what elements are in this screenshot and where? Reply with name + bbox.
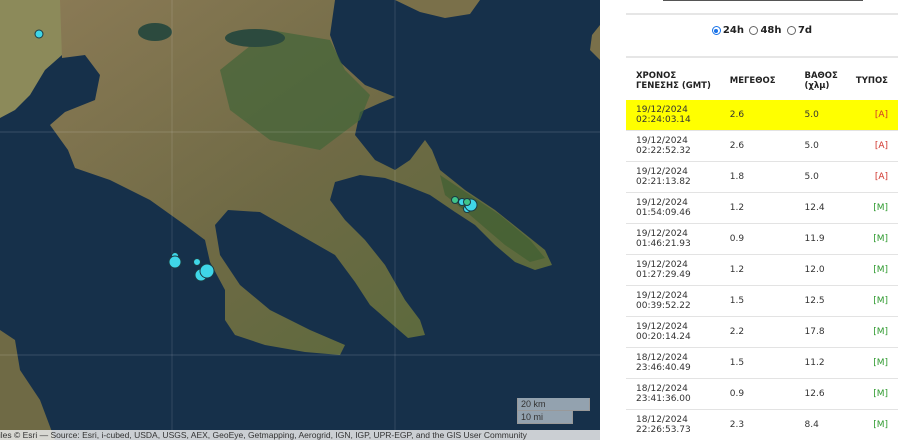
cell-magnitude: 2.3 bbox=[719, 409, 805, 440]
table-row[interactable]: 18/12/2024 23:46:40.49 1.5 11.2 [M] bbox=[626, 347, 898, 379]
scale-bar-km: 20 km bbox=[517, 398, 590, 411]
range-label: 48h bbox=[760, 25, 782, 36]
land-thessaloniki bbox=[0, 0, 65, 118]
earthquake-panel: 24h 48h 7d ΧΡΟΝΟΣ ΓΕΝΕΣΗΣ (GMT) ΜΕΓΕΘΟΣ Β… bbox=[600, 0, 900, 440]
cell-time: 19/12/2024 00:39:52.22 bbox=[626, 285, 720, 317]
cell-depth: 8.4 bbox=[804, 409, 856, 440]
cell-magnitude: 2.6 bbox=[719, 100, 805, 131]
cell-magnitude: 1.5 bbox=[719, 347, 805, 379]
cell-time: 19/12/2024 02:22:52.32 bbox=[626, 130, 720, 162]
cell-time: 18/12/2024 23:46:40.49 bbox=[626, 347, 720, 379]
map-view[interactable]: 20 km 10 mi Tiles © Esri — Source: Esri,… bbox=[0, 0, 600, 440]
cell-magnitude: 1.5 bbox=[719, 285, 805, 317]
cell-time: 19/12/2024 01:46:21.93 bbox=[626, 223, 720, 255]
cell-type: [M] bbox=[855, 223, 898, 255]
cell-magnitude: 1.2 bbox=[719, 192, 805, 224]
cell-depth: 12.6 bbox=[804, 378, 856, 410]
range-option-24h[interactable]: 24h bbox=[711, 25, 744, 36]
earthquake-marker[interactable] bbox=[463, 198, 471, 206]
table-row[interactable]: 19/12/2024 00:39:52.22 1.5 12.5 [M] bbox=[626, 285, 898, 317]
cell-type: [M] bbox=[855, 409, 898, 440]
range-label: 7d bbox=[797, 25, 813, 36]
table-header: ΧΡΟΝΟΣ ΓΕΝΕΣΗΣ (GMT) ΜΕΓΕΘΟΣ ΒΑΘΟΣ (χλμ) Τ… bbox=[626, 62, 898, 100]
cell-depth: 12.4 bbox=[804, 192, 856, 224]
cell-magnitude: 2.6 bbox=[719, 130, 805, 162]
divider bbox=[626, 56, 898, 58]
radio-24h[interactable] bbox=[711, 26, 721, 35]
cell-type: [M] bbox=[855, 378, 898, 410]
cell-depth: 12.5 bbox=[804, 285, 856, 317]
cell-magnitude: 1.2 bbox=[719, 254, 805, 286]
land-bottom-left bbox=[0, 330, 55, 440]
forest-athos bbox=[440, 175, 545, 262]
earthquake-table: ΧΡΟΝΟΣ ΓΕΝΕΣΗΣ (GMT) ΜΕΓΕΘΟΣ ΒΑΘΟΣ (χλμ) Τ… bbox=[626, 62, 898, 440]
earthquake-marker[interactable] bbox=[34, 29, 44, 39]
satellite-basemap bbox=[0, 0, 600, 440]
land-top-right bbox=[395, 0, 480, 18]
cell-time: 19/12/2024 01:27:29.49 bbox=[626, 254, 720, 286]
cell-type: [M] bbox=[855, 192, 898, 224]
cell-type: [A] bbox=[855, 100, 898, 131]
land-right-edge bbox=[590, 25, 600, 60]
cell-magnitude: 2.2 bbox=[719, 316, 805, 348]
cell-time: 18/12/2024 23:41:36.00 bbox=[626, 378, 720, 410]
cell-type: [M] bbox=[855, 285, 898, 317]
cell-depth: 11.9 bbox=[804, 223, 856, 255]
header-text: ΧΡΟΝΟΣ bbox=[636, 71, 677, 81]
table-row[interactable]: 19/12/2024 00:20:14.24 2.2 17.8 [M] bbox=[626, 316, 898, 348]
cell-depth: 17.8 bbox=[804, 316, 856, 348]
cell-type: [M] bbox=[855, 254, 898, 286]
cell-type: [M] bbox=[855, 347, 898, 379]
cell-depth: 11.2 bbox=[804, 347, 856, 379]
cell-magnitude: 0.9 bbox=[719, 378, 805, 410]
earthquake-marker[interactable] bbox=[199, 263, 215, 279]
cell-depth: 5.0 bbox=[804, 130, 856, 162]
lake-koroneia bbox=[138, 23, 172, 41]
header-text: (χλμ) bbox=[804, 81, 830, 91]
table-row[interactable]: 18/12/2024 23:41:36.00 0.9 12.6 [M] bbox=[626, 378, 898, 410]
table-row[interactable]: 19/12/2024 01:46:21.93 0.9 11.9 [M] bbox=[626, 223, 898, 255]
cell-type: [M] bbox=[855, 316, 898, 348]
top-bar bbox=[663, 0, 863, 1]
header-time[interactable]: ΧΡΟΝΟΣ ΓΕΝΕΣΗΣ (GMT) bbox=[626, 62, 720, 100]
range-label: 24h bbox=[722, 25, 744, 36]
table-row[interactable]: 19/12/2024 02:22:52.32 2.6 5.0 [A] bbox=[626, 130, 898, 162]
range-option-48h[interactable]: 48h bbox=[749, 25, 781, 36]
earthquake-marker[interactable] bbox=[168, 255, 182, 269]
scale-bar-mi: 10 mi bbox=[517, 411, 573, 424]
divider bbox=[626, 13, 898, 15]
cell-magnitude: 0.9 bbox=[719, 223, 805, 255]
map-attribution: Tiles © Esri — Source: Esri, i-cubed, US… bbox=[0, 430, 600, 440]
cell-magnitude: 1.8 bbox=[719, 161, 805, 193]
table-row[interactable]: 19/12/2024 01:54:09.46 1.2 12.4 [M] bbox=[626, 192, 898, 224]
cell-depth: 5.0 bbox=[804, 100, 856, 131]
table-row[interactable]: 19/12/2024 02:24:03.14 2.6 5.0 [A] bbox=[626, 100, 898, 131]
lake-volvi bbox=[225, 29, 285, 47]
range-option-7d[interactable]: 7d bbox=[786, 25, 813, 36]
table-row[interactable]: 18/12/2024 22:26:53.73 2.3 8.4 [M] bbox=[626, 409, 898, 440]
cell-depth: 12.0 bbox=[804, 254, 856, 286]
cell-depth: 5.0 bbox=[804, 161, 856, 193]
time-range-selector: 24h 48h 7d bbox=[600, 25, 900, 38]
cell-time: 19/12/2024 02:21:13.82 bbox=[626, 161, 720, 193]
radio-48h[interactable] bbox=[749, 26, 759, 35]
cell-time: 19/12/2024 01:54:09.46 bbox=[626, 192, 720, 224]
cell-time: 19/12/2024 00:20:14.24 bbox=[626, 316, 720, 348]
cell-type: [A] bbox=[855, 161, 898, 193]
cell-type: [A] bbox=[855, 130, 898, 162]
radio-7d[interactable] bbox=[786, 26, 796, 35]
earthquake-marker[interactable] bbox=[451, 196, 459, 204]
header-depth[interactable]: ΒΑΘΟΣ (χλμ) bbox=[805, 62, 856, 100]
earthquake-marker[interactable] bbox=[193, 258, 201, 266]
cell-time: 18/12/2024 22:26:53.73 bbox=[626, 409, 720, 440]
header-magnitude[interactable]: ΜΕΓΕΘΟΣ bbox=[720, 62, 805, 100]
header-type[interactable]: ΤΥΠΟΣ bbox=[856, 62, 898, 100]
table-row[interactable]: 19/12/2024 01:27:29.49 1.2 12.0 [M] bbox=[626, 254, 898, 286]
header-text: ΒΑΘΟΣ bbox=[804, 71, 838, 81]
table-row[interactable]: 19/12/2024 02:21:13.82 1.8 5.0 [A] bbox=[626, 161, 898, 193]
header-text: ΓΕΝΕΣΗΣ (GMT) bbox=[636, 81, 711, 91]
cell-time: 19/12/2024 02:24:03.14 bbox=[626, 100, 720, 131]
